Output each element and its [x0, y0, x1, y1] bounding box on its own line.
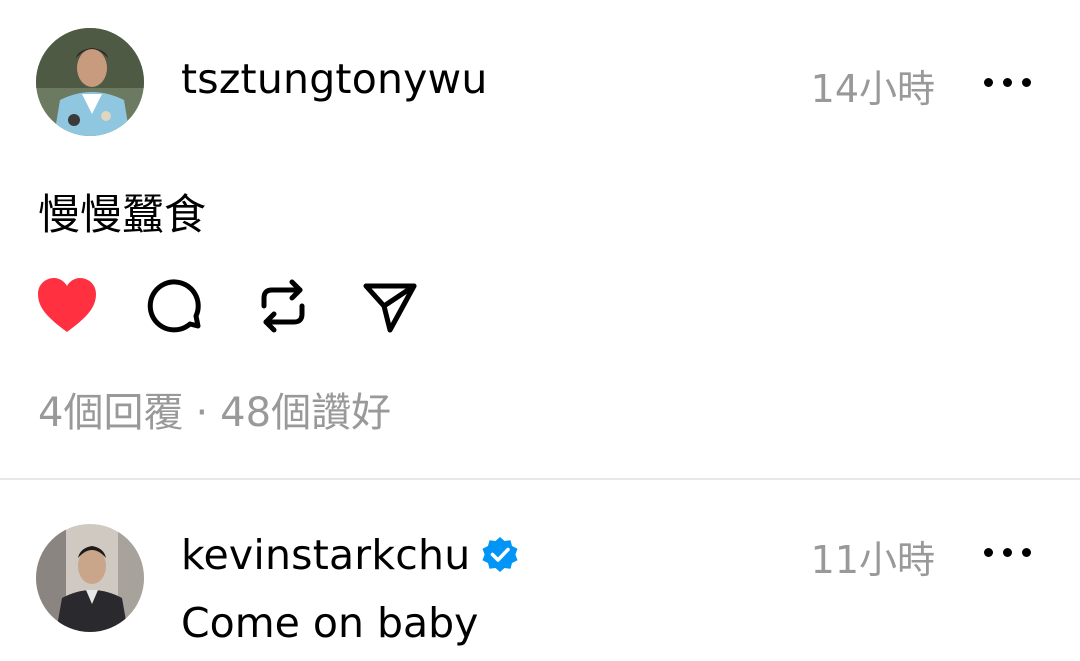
- more-options-dot: [1022, 78, 1031, 87]
- more-options-button[interactable]: [984, 74, 1032, 90]
- send-icon: [363, 283, 417, 333]
- avatar-photo: [36, 28, 144, 136]
- more-options-icon: [984, 78, 993, 87]
- timestamp: 14小時: [810, 67, 935, 111]
- avatar[interactable]: [36, 28, 144, 136]
- like-button[interactable]: [36, 276, 100, 336]
- post-text: Come on baby: [181, 599, 479, 647]
- likes-count[interactable]: 48個讚好: [220, 390, 391, 436]
- heart-icon: [38, 278, 96, 332]
- post-text: 慢慢蠶食: [38, 190, 207, 239]
- stats-separator: ·: [195, 390, 209, 436]
- post-stats: 4個回覆 · 48個讚好: [38, 380, 391, 438]
- more-options-dot: [1003, 78, 1012, 87]
- repost-icon: [261, 279, 305, 333]
- share-button[interactable]: [362, 276, 426, 336]
- verified-badge: [479, 533, 521, 575]
- post-divider: [0, 478, 1080, 480]
- avatar-photo: [36, 524, 144, 632]
- more-options-dot: [1022, 548, 1031, 557]
- username[interactable]: tsztungtonywu: [181, 55, 488, 103]
- timestamp: 11小時: [810, 538, 935, 582]
- repost-button[interactable]: [256, 276, 320, 336]
- comment-button[interactable]: [146, 276, 210, 336]
- username[interactable]: kevinstarkchu: [181, 531, 470, 579]
- more-options-button[interactable]: [984, 544, 1032, 560]
- avatar[interactable]: [36, 524, 144, 632]
- replies-count[interactable]: 4個回覆: [38, 390, 183, 436]
- more-options-dot: [1003, 548, 1012, 557]
- action-bar: [0, 276, 500, 336]
- thread-post: kevinstarkchu 11小時 Come on baby: [0, 481, 1080, 661]
- verified-badge-icon: [482, 537, 518, 572]
- thread-post: tsztungtonywu 14小時 慢慢蠶食 4個回覆 · 48個讚好: [0, 0, 1080, 478]
- comment-icon: [147, 279, 201, 333]
- more-options-icon: [984, 548, 993, 557]
